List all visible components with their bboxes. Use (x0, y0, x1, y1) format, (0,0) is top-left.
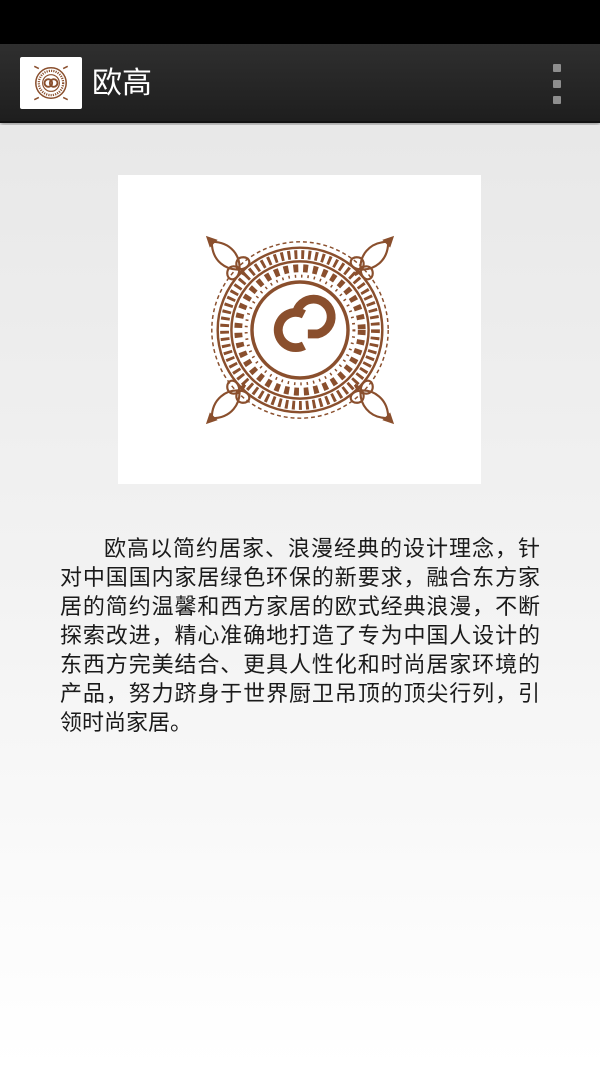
status-bar (0, 0, 600, 44)
overflow-menu-icon[interactable] (544, 64, 570, 104)
main-content: 欧高以简约居家、浪漫经典的设计理念，针对中国国内家居绿色环保的新要求，融合东方家… (0, 125, 600, 1067)
brand-logo-card (118, 175, 481, 484)
app-logo-icon[interactable] (20, 57, 82, 109)
ougao-emblem-logo (205, 235, 394, 424)
company-description: 欧高以简约居家、浪漫经典的设计理念，针对中国国内家居绿色环保的新要求，融合东方家… (60, 537, 540, 736)
action-bar: 欧高 (0, 44, 600, 123)
app-title: 欧高 (92, 66, 152, 101)
ougao-emblem-small (33, 65, 69, 101)
